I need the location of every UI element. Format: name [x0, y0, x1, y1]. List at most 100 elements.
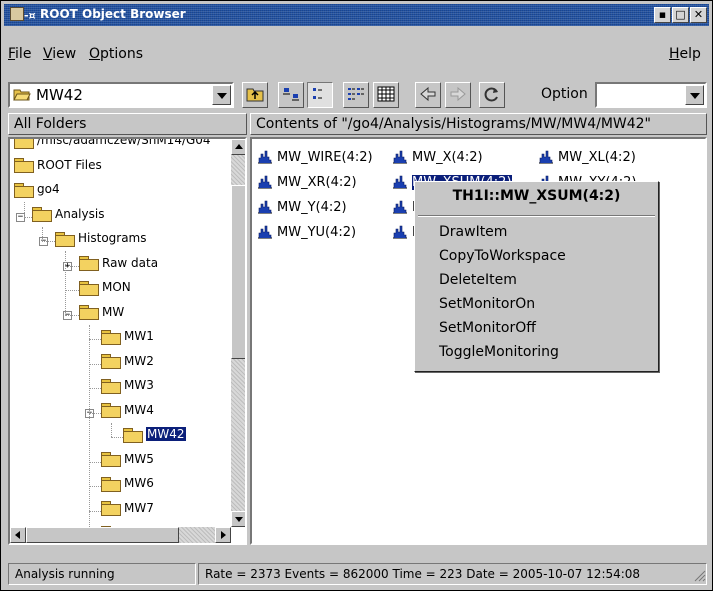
tree-node[interactable]: MW2	[101, 354, 154, 374]
refresh-icon	[484, 87, 498, 102]
menu-view[interactable]: View	[43, 46, 76, 62]
histogram-item-label: MW_X(4:2)	[412, 150, 483, 165]
folder-tree[interactable]: /misc/adamczew/ShM14/G04 ROOT Files go4 Ana…	[8, 137, 247, 545]
option-combo[interactable]	[595, 82, 707, 108]
tree-node[interactable]: MW42	[123, 427, 186, 447]
tree-connector	[89, 388, 101, 389]
histogram-item-label: MW_YU(4:2)	[277, 225, 357, 240]
histogram-icon	[392, 149, 408, 164]
menu-options-key: O	[89, 46, 101, 62]
tree-node-label: MW1	[124, 329, 154, 343]
large-icons-button[interactable]	[278, 82, 304, 108]
maximize-button[interactable]: □	[672, 7, 689, 23]
context-menu: TH1I::MW_XSUM(4:2) DrawItem CopyToWorksp…	[414, 181, 659, 372]
folder-icon	[14, 158, 34, 173]
folder-icon	[14, 139, 34, 149]
menu-help-label: elp	[679, 46, 701, 62]
all-folders-header[interactable]: All Folders	[8, 113, 247, 135]
arrow-up-icon	[235, 144, 243, 149]
tree-scroll-right-button[interactable]	[215, 527, 231, 543]
histogram-item-label: MW_WIRE(4:2)	[277, 150, 373, 165]
tree-node[interactable]: MW1	[101, 329, 154, 349]
list-view-icon	[348, 88, 364, 100]
histogram-item[interactable]: MW_X(4:2)	[392, 149, 483, 169]
menu-item-set-monitor-on[interactable]: SetMonitorOn	[439, 296, 535, 312]
folder-icon	[101, 476, 121, 492]
histogram-icon	[392, 199, 408, 214]
option-combo-dropdown-button[interactable]	[685, 85, 704, 105]
menu-view-label: iew	[52, 46, 77, 62]
tree-connector	[24, 216, 32, 218]
status-analysis: Analysis running	[8, 563, 196, 585]
resize-grip-icon[interactable]	[692, 568, 706, 582]
folder-icon	[101, 403, 121, 418]
path-combo[interactable]: MW42	[8, 82, 234, 108]
tree-scroll-down-button[interactable]	[231, 511, 245, 527]
forward-button[interactable]	[445, 82, 471, 108]
window-app-icon[interactable]	[10, 7, 24, 21]
minimize-button[interactable]: ▪	[654, 7, 671, 23]
histogram-item[interactable]: MW_XL(4:2)	[538, 149, 636, 169]
menu-help[interactable]: Help	[669, 46, 701, 62]
tree-node[interactable]: MW4	[101, 403, 154, 423]
histogram-item[interactable]: MW_XR(4:2)	[257, 174, 357, 194]
tree-connector	[65, 314, 79, 316]
folder-icon	[79, 305, 99, 320]
tree-node[interactable]: MON	[79, 280, 131, 300]
tree-node[interactable]: MW7	[101, 501, 154, 521]
close-button[interactable]: ✕	[690, 7, 707, 23]
tree-vertical-scrollbar[interactable]	[231, 139, 245, 527]
refresh-button[interactable]	[479, 82, 505, 108]
menu-item-set-monitor-off[interactable]: SetMonitorOff	[439, 320, 536, 336]
tree-scroll-left-button[interactable]	[10, 527, 26, 543]
menu-options[interactable]: Options	[89, 46, 143, 62]
tree-node[interactable]: Histograms	[55, 231, 147, 251]
tree-node[interactable]: Analysis	[32, 207, 104, 227]
tree-hscroll-thumb[interactable]	[26, 527, 179, 543]
small-icons-button[interactable]	[307, 82, 333, 108]
tree-horizontal-scrollbar[interactable]	[10, 527, 231, 543]
tree-scroll-thumb[interactable]	[231, 185, 245, 359]
menu-file[interactable]: File	[8, 46, 31, 62]
tree-node[interactable]: Raw data	[79, 256, 158, 276]
tree-node[interactable]: MW6	[101, 476, 154, 496]
histogram-icon	[538, 149, 554, 164]
tree-node-label: Analysis	[55, 206, 105, 221]
histogram-item[interactable]: MW_WIRE(4:2)	[257, 149, 373, 169]
tree-node[interactable]: ROOT Files	[14, 158, 102, 178]
tree-node[interactable]: MW	[79, 305, 124, 325]
tree-connector	[89, 363, 101, 365]
tree-node[interactable]: MW5	[101, 452, 154, 472]
histogram-icon	[257, 174, 273, 189]
menu-item-copy-to-workspace[interactable]: CopyToWorkspace	[439, 248, 566, 264]
tree-node-label: Histograms	[78, 231, 147, 245]
contents-header[interactable]: Contents of "/go4/Analysis/Histograms/MW…	[250, 113, 707, 135]
path-combo-value: MW42	[36, 86, 83, 104]
context-menu-separator	[418, 215, 655, 217]
tree-node[interactable]: MW3	[101, 378, 154, 398]
tree-scroll-up-button[interactable]	[231, 139, 245, 155]
tree-node[interactable]: go4	[14, 182, 60, 202]
menu-item-draw[interactable]: DrawItem	[439, 224, 507, 240]
menu-view-key: V	[43, 46, 53, 62]
tree-node-label: MW4	[124, 402, 154, 417]
folder-icon	[32, 207, 52, 222]
histogram-item[interactable]: MW_Y(4:2)	[257, 199, 347, 219]
tree-node-label: /misc/adamczew/ShM14/G04	[37, 137, 211, 147]
details-view-button[interactable]	[373, 82, 399, 108]
folder-icon	[101, 501, 121, 516]
menu-options-label: ptions	[100, 46, 144, 62]
path-combo-dropdown-button[interactable]	[212, 85, 231, 105]
menu-item-toggle-monitoring[interactable]: ToggleMonitoring	[439, 344, 559, 360]
tree-node[interactable]: /misc/adamczew/ShM14/G04	[14, 137, 211, 153]
tree-connector	[89, 412, 101, 414]
title-bar[interactable]: -¤ ROOT Object Browser ▪ □ ✕	[4, 4, 709, 26]
menu-item-delete[interactable]: DeleteItem	[439, 272, 517, 288]
histogram-item[interactable]: MW_YU(4:2)	[257, 224, 356, 244]
list-view-button[interactable]	[343, 82, 369, 108]
folder-up-icon	[246, 88, 264, 102]
folder-up-button[interactable]	[242, 82, 268, 108]
tree-connector	[89, 324, 90, 535]
back-button[interactable]	[415, 82, 441, 108]
menu-help-key: H	[669, 46, 680, 62]
